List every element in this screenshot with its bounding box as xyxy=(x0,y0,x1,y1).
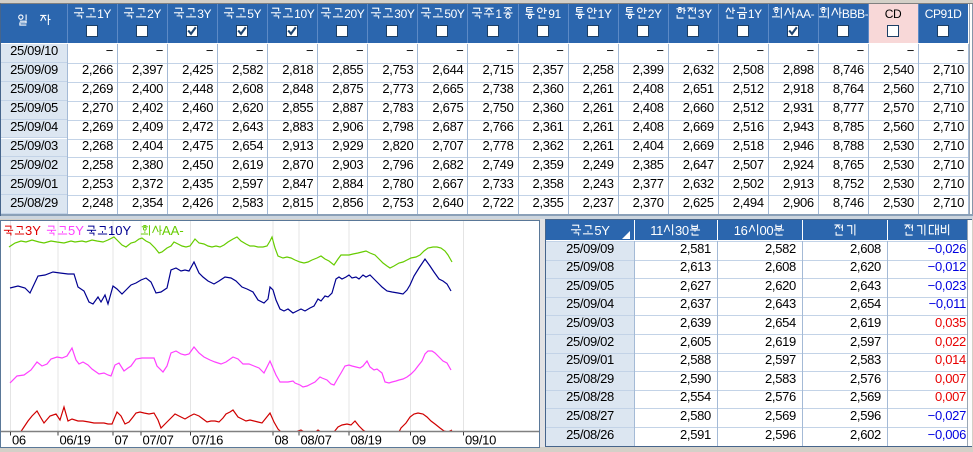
svg-text:08/19: 08/19 xyxy=(351,433,382,448)
svg-text:09: 09 xyxy=(412,433,426,448)
svg-text:08: 08 xyxy=(275,433,289,448)
svg-text:07/16: 07/16 xyxy=(192,433,223,448)
svg-text:09/10: 09/10 xyxy=(465,433,496,448)
svg-text:07/07: 07/07 xyxy=(143,433,174,448)
svg-text:07: 07 xyxy=(115,433,129,448)
svg-text:06/19: 06/19 xyxy=(60,433,91,448)
svg-text:08/07: 08/07 xyxy=(301,433,332,448)
svg-text:06: 06 xyxy=(12,433,26,448)
